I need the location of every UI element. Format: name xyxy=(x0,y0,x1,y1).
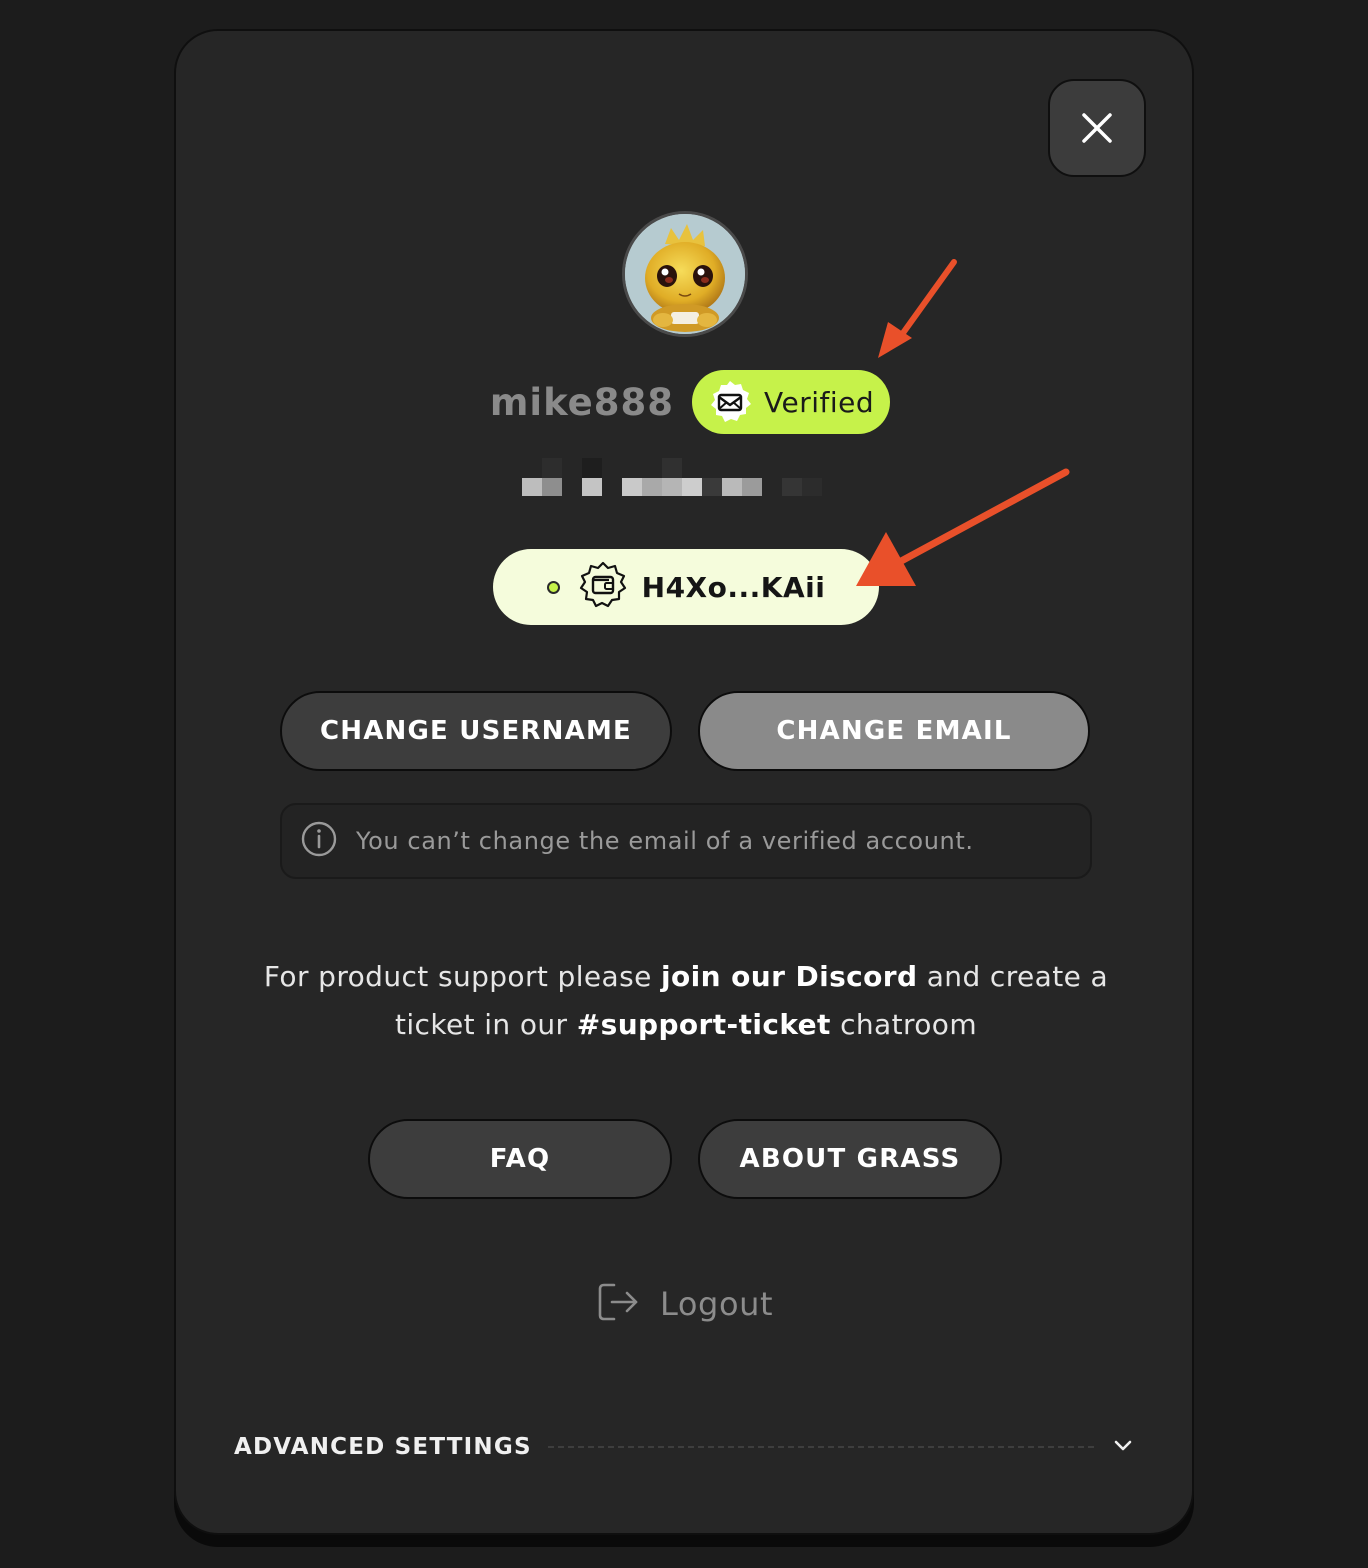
wallet-address: H4Xo...KAii xyxy=(641,570,826,604)
change-username-label: CHANGE USERNAME xyxy=(319,716,632,746)
logout-icon xyxy=(596,1280,640,1328)
logout-label: Logout xyxy=(660,1285,774,1323)
change-email-label: CHANGE EMAIL xyxy=(776,716,1012,746)
verified-badge: Verified xyxy=(692,370,891,434)
envelope-badge-icon xyxy=(706,378,754,426)
support-text-part1: For product support please xyxy=(263,960,662,993)
verified-email-notice: You can’t change the email of a verified… xyxy=(280,803,1092,879)
chevron-down-icon xyxy=(1112,1434,1134,1460)
wallet-badge-icon xyxy=(578,560,628,614)
support-text-part3: chatroom xyxy=(830,1008,978,1041)
support-text: For product support please join our Disc… xyxy=(236,953,1136,1049)
avatar xyxy=(622,211,748,337)
change-email-button[interactable]: CHANGE EMAIL xyxy=(698,691,1090,771)
support-channel: #support-ticket xyxy=(576,1008,831,1041)
info-icon xyxy=(300,820,338,862)
discord-link[interactable]: join our Discord xyxy=(661,960,917,993)
wallet-address-pill[interactable]: H4Xo...KAii xyxy=(493,549,879,625)
faq-label: FAQ xyxy=(489,1144,551,1174)
profile-modal: mike888 Verified H4Xo...KAii CHANGE USER… xyxy=(174,29,1194,1535)
verified-label: Verified xyxy=(764,385,875,419)
change-username-button[interactable]: CHANGE USERNAME xyxy=(280,691,672,771)
faq-button[interactable]: FAQ xyxy=(368,1119,672,1199)
advanced-settings-toggle[interactable]: ADVANCED SETTINGS xyxy=(234,1427,1134,1467)
advanced-settings-label: ADVANCED SETTINGS xyxy=(234,1434,532,1460)
about-grass-button[interactable]: ABOUT GRASS xyxy=(698,1119,1002,1199)
username: mike888 xyxy=(489,380,675,424)
redacted-email xyxy=(522,456,832,500)
dashed-divider xyxy=(547,1446,1094,1448)
username-row: mike888 Verified xyxy=(176,369,1196,435)
about-grass-label: ABOUT GRASS xyxy=(739,1144,961,1174)
logout-button[interactable]: Logout xyxy=(596,1277,773,1331)
info-message: You can’t change the email of a verified… xyxy=(356,827,974,855)
close-button[interactable] xyxy=(1048,79,1146,177)
connected-status-dot xyxy=(546,580,560,594)
close-icon xyxy=(1082,113,1112,143)
